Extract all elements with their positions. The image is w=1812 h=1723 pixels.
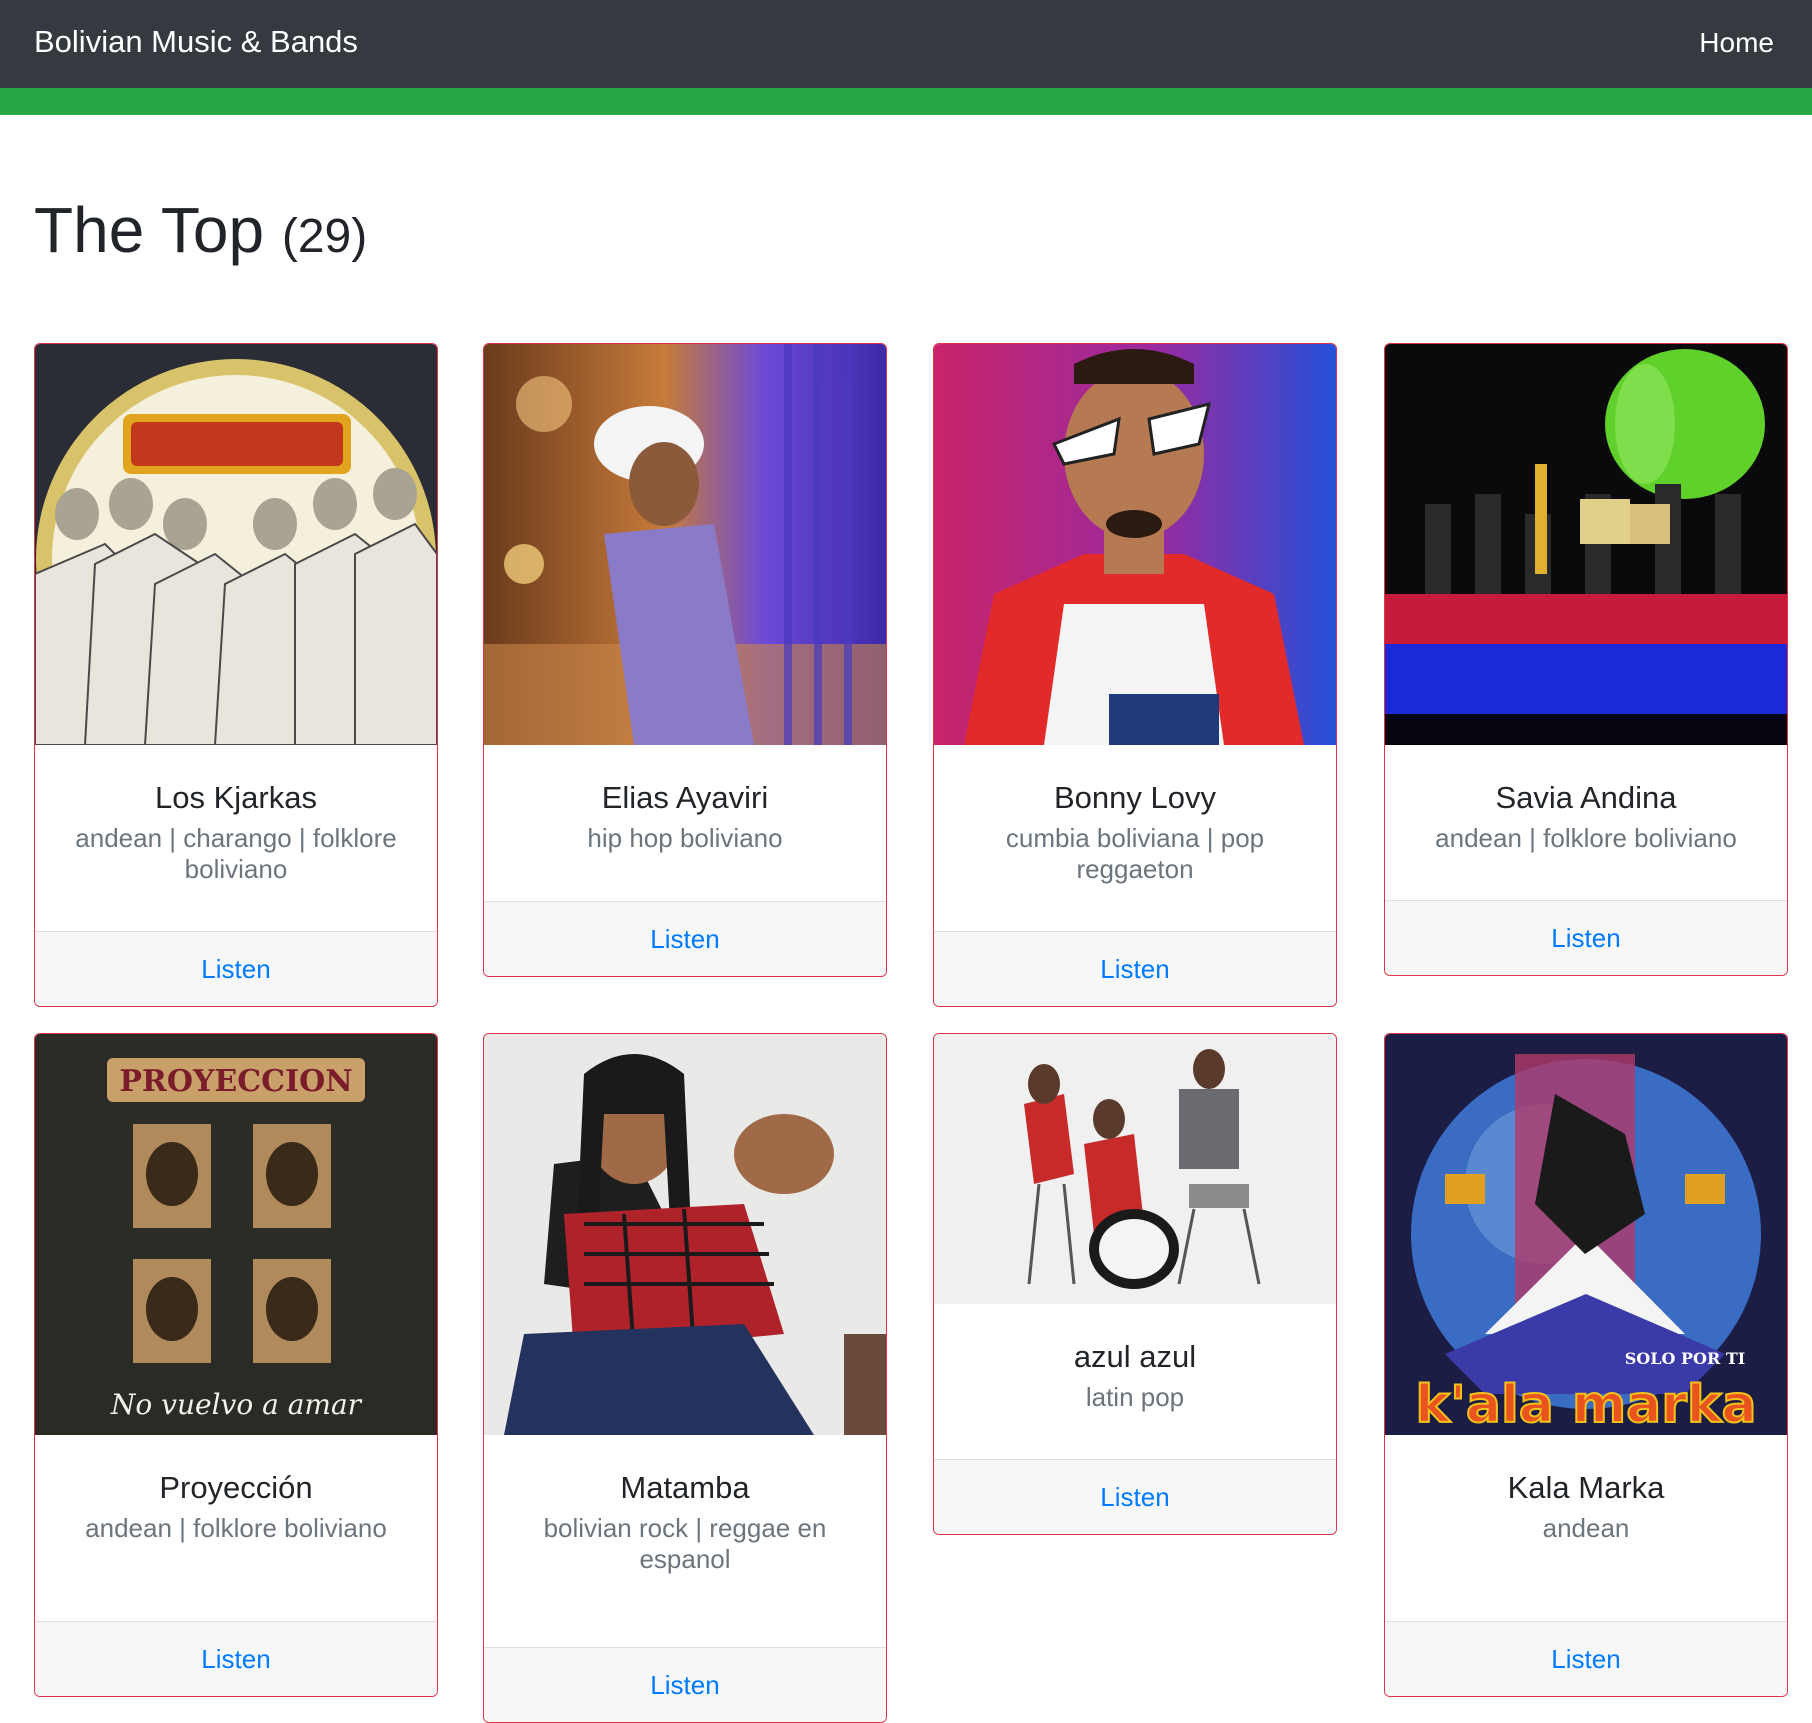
band-photo-image [934, 1034, 1336, 1304]
listen-link[interactable]: Listen [650, 924, 719, 955]
card-title: azul azul [1073, 1339, 1197, 1374]
card-footer: Listen [35, 1621, 437, 1696]
card-footer: Listen [1385, 1621, 1787, 1696]
card-body: azul azul latin pop [934, 1304, 1336, 1413]
listen-link[interactable]: Listen [1551, 1644, 1620, 1675]
listen-link[interactable]: Listen [1100, 1482, 1169, 1513]
card-image [484, 1034, 886, 1435]
card-image [934, 1034, 1336, 1304]
card-body: Los Kjarkas andean | charango | folklore… [35, 745, 437, 885]
card-footer: Listen [934, 931, 1336, 1006]
card-image [934, 344, 1336, 745]
result-count: (29) [281, 210, 368, 263]
card-footer: Listen [484, 1647, 886, 1722]
card-image: SOLO POR TI k'ala marka [1385, 1034, 1787, 1435]
card-azul-azul: azul azul latin pop Listen [933, 1033, 1337, 1535]
card-elias-ayaviri: Elias Ayaviri hip hop boliviano Listen [483, 343, 887, 977]
listen-link[interactable]: Listen [201, 1644, 270, 1675]
card-genres: hip hop boliviano [587, 823, 783, 853]
card-matamba: Matamba bolivian rock | reggae en espano… [483, 1033, 887, 1723]
cover-title: PROYECCION [119, 1064, 352, 1099]
cover-subtitle: No vuelvo a amar [110, 1388, 363, 1421]
card-los-kjarkas: Los Kjarkas andean | charango | folklore… [34, 343, 438, 1007]
album-cover-image: PROYECCION No vuelvo a amar [35, 1034, 437, 1435]
card-footer: Listen [35, 931, 437, 1006]
card-savia-andina: Savia Andina andean | folklore boliviano… [1384, 343, 1788, 976]
card-body: Bonny Lovy cumbia boliviana | pop reggae… [934, 745, 1336, 885]
card-genres: andean | charango | folklore boliviano [75, 823, 397, 884]
card-footer: Listen [1385, 900, 1787, 975]
card-bonny-lovy: Bonny Lovy cumbia boliviana | pop reggae… [933, 343, 1337, 1007]
card-genres: andean | folklore boliviano [85, 1513, 387, 1543]
listen-link[interactable]: Listen [201, 954, 270, 985]
brand-link[interactable]: Bolivian Music & Bands [34, 24, 358, 60]
card-genres: bolivian rock | reggae en espanol [543, 1513, 827, 1574]
card-title: Kala Marka [1507, 1470, 1665, 1505]
listen-link[interactable]: Listen [1551, 923, 1620, 954]
card-image: PROYECCION No vuelvo a amar [35, 1034, 437, 1435]
card-title: Elias Ayaviri [601, 780, 769, 815]
card-footer: Listen [934, 1459, 1336, 1534]
card-proyeccion: PROYECCION No vuelvo a amar Proyección a… [34, 1033, 438, 1697]
card-body: Savia Andina andean | folklore boliviano [1385, 745, 1787, 854]
album-cover-image: SOLO POR TI k'ala marka [1385, 1034, 1787, 1435]
nav-home-link[interactable]: Home [1699, 27, 1774, 59]
listen-link[interactable]: Listen [650, 1670, 719, 1701]
artist-photo-image [484, 344, 886, 745]
card-image [1385, 344, 1787, 745]
concert-photo-image [1385, 344, 1787, 745]
card-kala-marka: SOLO POR TI k'ala marka Kala Marka andea… [1384, 1033, 1788, 1697]
card-image [35, 344, 437, 745]
card-body: Matamba bolivian rock | reggae en espano… [484, 1435, 886, 1575]
artist-photo-image [934, 344, 1336, 745]
card-body: Kala Marka andean [1385, 1435, 1787, 1544]
cover-title: k'ala marka [1415, 1375, 1756, 1435]
card-genres: andean [1542, 1513, 1630, 1543]
card-footer: Listen [484, 901, 886, 976]
card-title: Proyección [159, 1470, 313, 1505]
card-title: Savia Andina [1495, 780, 1677, 815]
card-image [484, 344, 886, 745]
listen-link[interactable]: Listen [1100, 954, 1169, 985]
card-body: Elias Ayaviri hip hop boliviano [484, 745, 886, 854]
card-genres: cumbia boliviana | pop reggaeton [1005, 823, 1265, 884]
card-genres: andean | folklore boliviano [1435, 823, 1737, 853]
page-title-text: The Top [34, 194, 265, 266]
card-genres: latin pop [1085, 1382, 1185, 1412]
card-title: Los Kjarkas [155, 780, 317, 815]
card-title: Bonny Lovy [1054, 780, 1216, 815]
navbar: Bolivian Music & Bands Home [0, 0, 1812, 115]
artist-photo-image [484, 1034, 886, 1435]
card-title: Matamba [620, 1470, 750, 1505]
page-title: The Top (29) [34, 192, 367, 275]
card-body: Proyección andean | folklore boliviano [35, 1435, 437, 1544]
band-photo-image [35, 344, 437, 745]
cover-subtitle: SOLO POR TI [1625, 1349, 1745, 1368]
